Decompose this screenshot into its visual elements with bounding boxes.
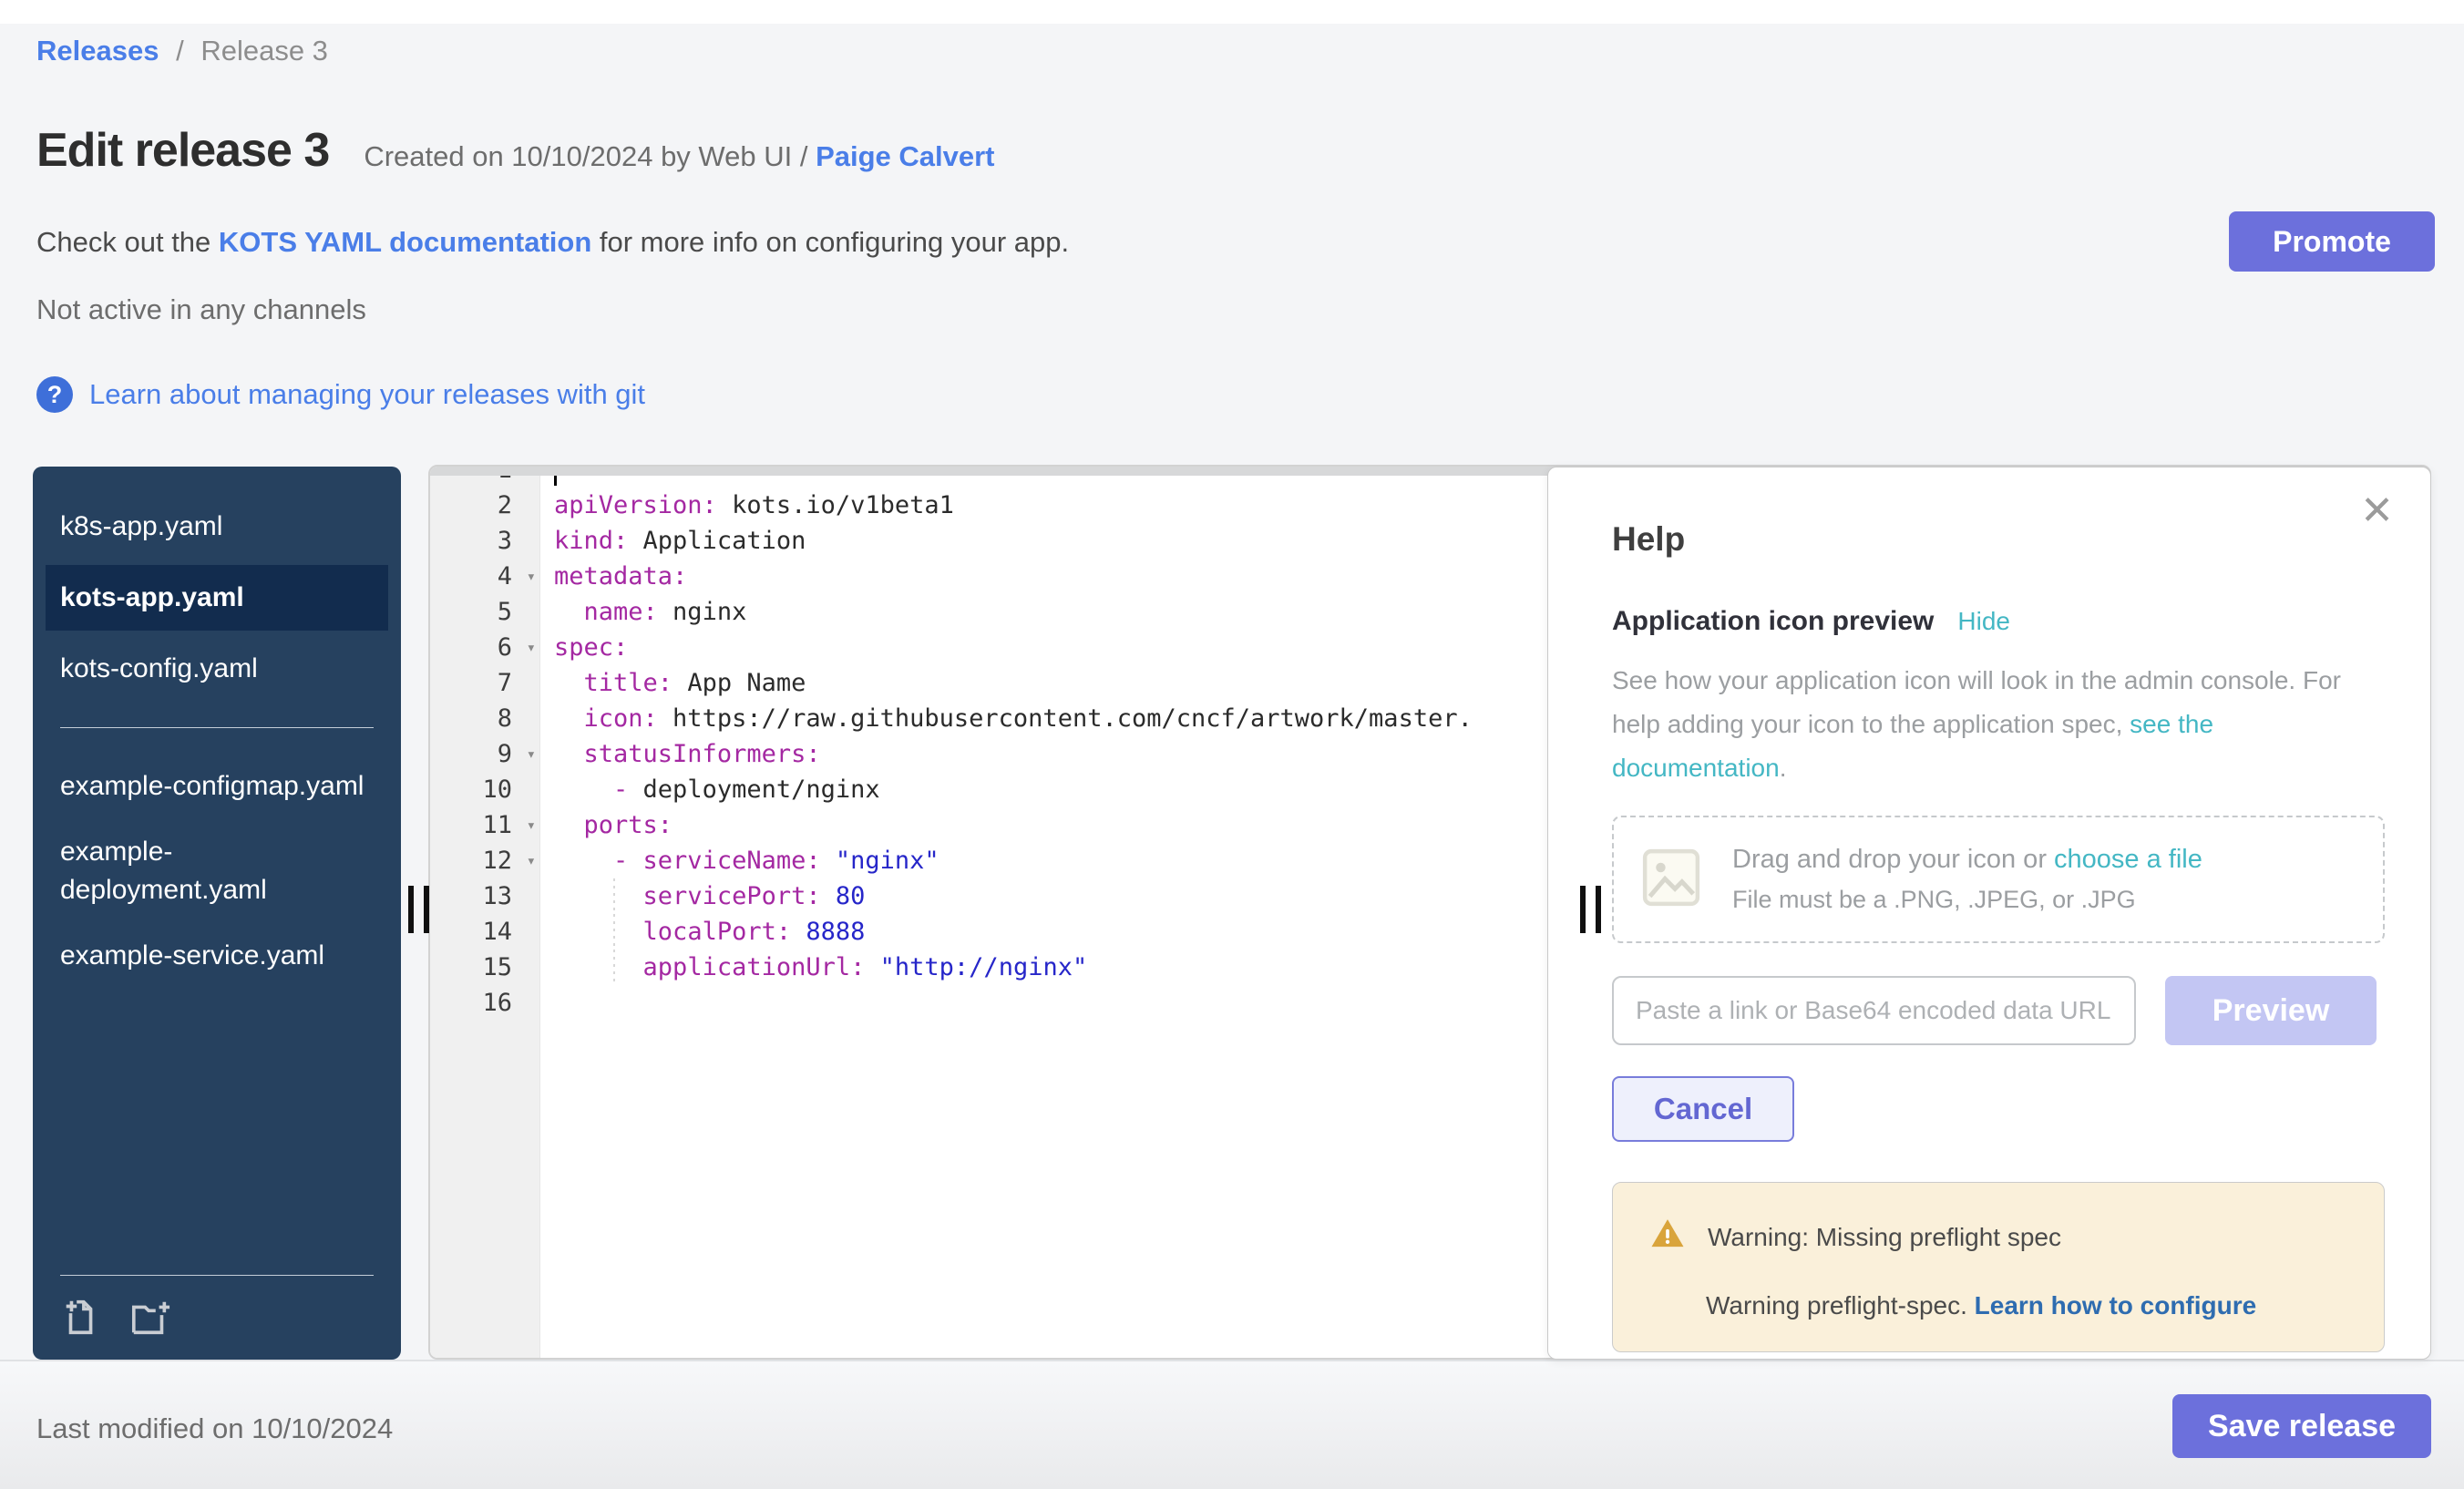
sidebar-editor-resize-handle[interactable] [408, 886, 429, 933]
git-banner[interactable]: ? Learn about managing your releases wit… [36, 376, 645, 413]
code-text: icon: https://raw.githubusercontent.com/… [539, 701, 1473, 736]
fold-arrow-icon[interactable]: ▾ [527, 844, 536, 879]
file-item[interactable]: kots-app.yaml [46, 565, 388, 631]
help-panel: ✕ Help Application icon preview Hide See… [1547, 467, 2431, 1360]
subtitle-pre: Check out the [36, 226, 219, 258]
fold-arrow-icon[interactable]: ▾ [527, 737, 536, 773]
dropzone-file-requirements: File must be a .PNG, .JPEG, or .JPG [1732, 886, 2202, 914]
icon-preview-description: See how your application icon will look … [1612, 659, 2341, 790]
file-item[interactable]: kots-config.yaml [33, 636, 401, 702]
last-modified-text: Last modified on 10/10/2024 [36, 1412, 393, 1445]
icon-url-input[interactable] [1612, 976, 2136, 1045]
breadcrumb-current: Release 3 [200, 35, 328, 67]
choose-a-file-link[interactable]: choose a file [2054, 845, 2202, 874]
editor-help-resize-handle[interactable] [1580, 886, 1601, 933]
line-number: 4▾ [430, 559, 539, 594]
breadcrumb: Releases / Release 3 [36, 35, 328, 67]
code-text: spec: [539, 630, 628, 665]
created-text: Created on 10/10/2024 by Web UI / Paige … [364, 140, 994, 173]
warning-triangle-icon [1649, 1216, 1686, 1258]
file-tree-sidebar: k8s-app.yamlkots-app.yamlkots-config.yam… [33, 467, 401, 1360]
line-number: 5 [430, 594, 539, 630]
top-strip [0, 0, 2464, 24]
breadcrumb-separator: / [176, 35, 184, 67]
code-text [539, 985, 554, 1021]
code-text: applicationUrl: "http://nginx" [539, 950, 1087, 985]
file-list: k8s-app.yamlkots-app.yamlkots-config.yam… [33, 467, 401, 989]
description-pre: See how your application icon will look … [1612, 666, 2341, 738]
save-release-button[interactable]: Save release [2172, 1394, 2431, 1458]
line-number: 10 [430, 772, 539, 807]
line-number: 9▾ [430, 736, 539, 772]
code-text: - deployment/nginx [539, 772, 880, 807]
question-mark-icon: ? [36, 376, 73, 413]
file-item[interactable]: example-deployment.yaml [33, 819, 401, 923]
close-icon[interactable]: ✕ [2360, 491, 2394, 531]
page-title: Edit release 3 [36, 123, 329, 178]
kots-yaml-docs-link[interactable]: KOTS YAML documentation [219, 226, 591, 258]
line-number: 15 [430, 950, 539, 985]
code-text: statusInformers: [539, 736, 821, 772]
breadcrumb-releases-link[interactable]: Releases [36, 35, 159, 67]
fold-arrow-icon[interactable]: ▾ [527, 808, 536, 844]
warning-title: Warning: Missing preflight spec [1708, 1223, 2061, 1252]
preflight-warning-box: Warning: Missing preflight spec Warning … [1612, 1182, 2385, 1352]
promote-button[interactable]: Promote [2229, 211, 2435, 272]
code-text: localPort: 8888 [539, 914, 865, 950]
code-text: servicePort: 80 [539, 878, 865, 914]
file-item[interactable]: k8s-app.yaml [33, 494, 401, 560]
code-text: apiVersion: kots.io/v1beta1 [539, 488, 954, 523]
code-text: kind: Application [539, 523, 806, 559]
subtitle-post: for more info on configuring your app. [591, 226, 1069, 258]
dropzone-line1: Drag and drop your icon or choose a file [1732, 845, 2202, 875]
dropzone-text: Drag and drop your icon or [1732, 845, 2054, 874]
code-text: title: App Name [539, 665, 806, 701]
fold-arrow-icon[interactable]: ▾ [527, 631, 536, 666]
line-number: 2 [430, 488, 539, 523]
created-date-text: Created on 10/10/2024 by Web UI / [364, 140, 807, 172]
line-number: 16 [430, 985, 539, 1021]
code-text: metadata: [539, 559, 687, 594]
new-file-icon[interactable] [60, 1296, 102, 1338]
author-link[interactable]: Paige Calvert [816, 140, 994, 172]
sidebar-bottom-divider [60, 1275, 374, 1276]
new-folder-icon[interactable] [128, 1296, 173, 1338]
footer: Last modified on 10/10/2024 Save release [0, 1360, 2464, 1489]
git-releases-link[interactable]: Learn about managing your releases with … [89, 378, 645, 411]
icon-dropzone[interactable]: Drag and drop your icon or choose a file… [1612, 816, 2385, 943]
line-number: 8 [430, 701, 539, 736]
title-row: Edit release 3 Created on 10/10/2024 by … [36, 123, 995, 178]
help-panel-title: Help [1612, 520, 2385, 559]
file-list-divider [60, 727, 374, 728]
line-number: 3 [430, 523, 539, 559]
hide-link[interactable]: Hide [1957, 607, 2010, 636]
line-number: 6▾ [430, 630, 539, 665]
preview-button[interactable]: Preview [2165, 976, 2377, 1045]
line-number: 11▾ [430, 807, 539, 843]
code-text: ports: [539, 807, 672, 843]
warning-body: Warning preflight-spec. Learn how to con… [1706, 1291, 2347, 1320]
subtitle: Check out the KOTS YAML documentation fo… [36, 226, 1069, 259]
line-number: 14 [430, 914, 539, 950]
description-post: . [1780, 754, 1787, 782]
warning-body-text: Warning preflight-spec. [1706, 1291, 1975, 1320]
cancel-button[interactable]: Cancel [1612, 1076, 1794, 1142]
sidebar-bottom [33, 1275, 401, 1360]
line-number: 13 [430, 878, 539, 914]
line-number: 7 [430, 665, 539, 701]
code-text: name: nginx [539, 594, 746, 630]
file-item[interactable]: example-service.yaml [33, 923, 401, 989]
channel-status-text: Not active in any channels [36, 293, 366, 326]
icon-preview-section-title: Application icon preview [1612, 606, 1934, 637]
fold-arrow-icon[interactable]: ▾ [527, 560, 536, 595]
line-number: 12▾ [430, 843, 539, 878]
learn-how-to-configure-link[interactable]: Learn how to configure [1975, 1291, 2257, 1320]
file-item[interactable]: example-configmap.yaml [33, 754, 401, 819]
code-text: - serviceName: "nginx" [539, 843, 939, 878]
image-placeholder-icon [1641, 847, 1701, 912]
